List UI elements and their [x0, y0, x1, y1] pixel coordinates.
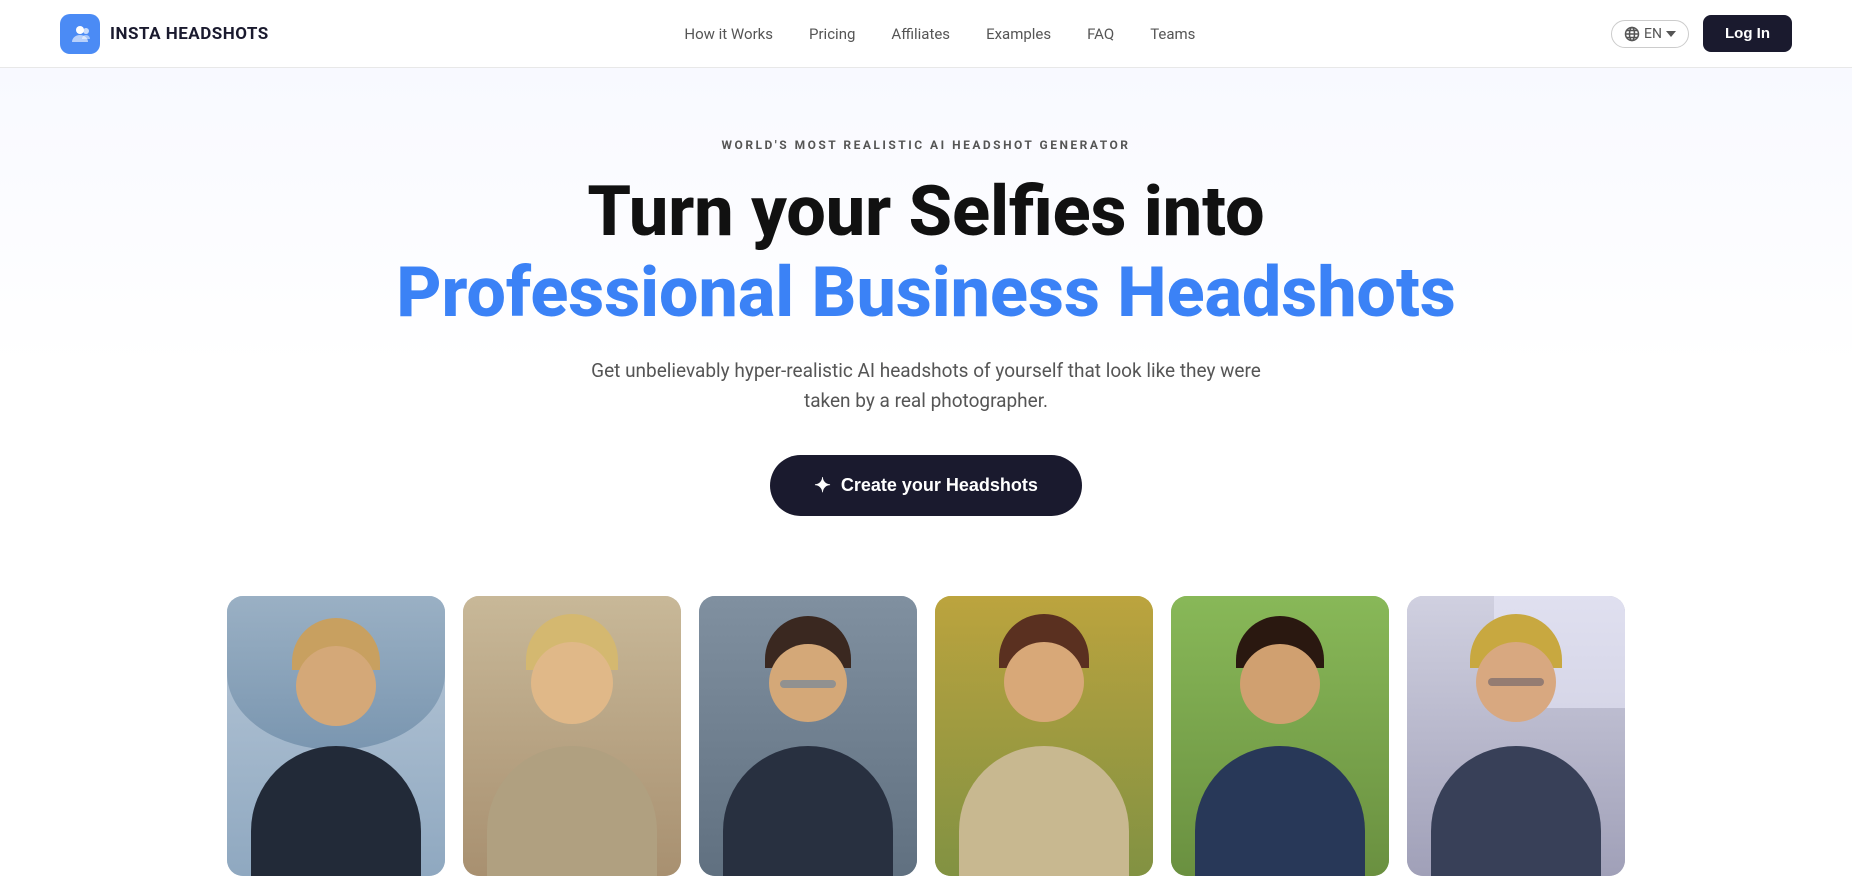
headshot-gallery [0, 566, 1852, 876]
nav-affiliates[interactable]: Affiliates [891, 25, 950, 43]
nav-faq[interactable]: FAQ [1087, 25, 1114, 43]
person-placeholder-4 [935, 596, 1153, 876]
nav-pricing[interactable]: Pricing [809, 25, 855, 43]
gallery-card-5 [1171, 596, 1389, 876]
globe-icon [1624, 26, 1640, 42]
nav-teams[interactable]: Teams [1150, 25, 1195, 43]
logo[interactable]: INSTA HEADSHOTS [60, 14, 269, 54]
cta-label: Create your Headshots [841, 475, 1038, 496]
cta-sparkle-icon: ✦ [814, 473, 831, 498]
logo-icon [60, 14, 100, 54]
login-button[interactable]: Log In [1703, 15, 1792, 52]
person-placeholder-6 [1407, 596, 1625, 876]
language-label: EN [1644, 26, 1662, 42]
person-placeholder-5 [1171, 596, 1389, 876]
navigation: INSTA HEADSHOTS How it Works Pricing Aff… [0, 0, 1852, 68]
person-placeholder-2 [463, 596, 681, 876]
language-selector[interactable]: EN [1611, 20, 1689, 48]
cta-button[interactable]: ✦ Create your Headshots [770, 455, 1082, 516]
nav-examples[interactable]: Examples [986, 25, 1051, 43]
nav-links: How it Works Pricing Affiliates Examples… [684, 25, 1195, 43]
brand-name: INSTA HEADSHOTS [110, 24, 269, 44]
nav-how-it-works[interactable]: How it Works [684, 25, 773, 43]
gallery-card-2 [463, 596, 681, 876]
person-placeholder-3 [699, 596, 917, 876]
hero-subtitle: Get unbelievably hyper-realistic AI head… [566, 356, 1286, 417]
chevron-down-icon [1666, 31, 1676, 37]
hero-badge: WORLD'S MOST REALISTIC AI HEADSHOT GENER… [722, 138, 1131, 152]
hero-title-line1: Turn your Selfies into [587, 174, 1264, 251]
nav-right: EN Log In [1611, 15, 1792, 52]
logo-svg [68, 22, 92, 46]
person-placeholder-1 [227, 596, 445, 876]
gallery-card-3 [699, 596, 917, 876]
gallery-card-4 [935, 596, 1153, 876]
hero-section: WORLD'S MOST REALISTIC AI HEADSHOT GENER… [0, 68, 1852, 566]
gallery-card-1 [227, 596, 445, 876]
hero-title-line2: Professional Business Headshots [396, 255, 1456, 332]
gallery-card-6 [1407, 596, 1625, 876]
